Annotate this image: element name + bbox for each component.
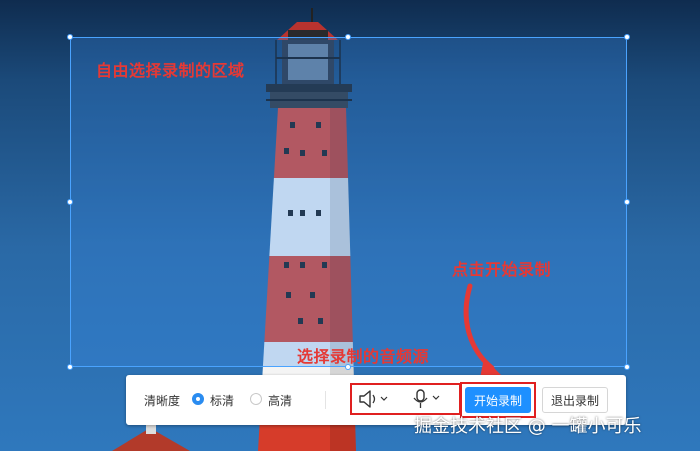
quality-radio-standard[interactable] [192, 393, 204, 405]
watermark: 掘金技术社区 @ 一罐小可乐 [414, 416, 642, 437]
resize-handle-tl[interactable] [67, 34, 73, 40]
start-recording-button[interactable]: 开始录制 [465, 387, 531, 413]
resize-handle-ml[interactable] [67, 199, 73, 205]
resize-handle-tm[interactable] [345, 34, 351, 40]
quality-option-standard-label[interactable]: 标清 [210, 392, 234, 409]
recording-region[interactable] [70, 37, 627, 367]
annotation-select-region: 自由选择录制的区域 [96, 61, 245, 80]
speaker-icon[interactable] [358, 390, 390, 411]
resize-handle-tr[interactable] [624, 34, 630, 40]
exit-recording-button[interactable]: 退出录制 [542, 387, 608, 413]
microphone-icon[interactable] [412, 389, 442, 412]
annotation-click-start: 点击开始录制 [452, 260, 552, 279]
annotation-select-audio: 选择录制的音频源 [297, 347, 430, 366]
quality-label: 清晰度 [144, 394, 181, 408]
toolbar-divider [325, 391, 326, 409]
resize-handle-br[interactable] [624, 364, 630, 370]
quality-option-hd-label[interactable]: 高清 [268, 392, 292, 409]
quality-radio-hd[interactable] [250, 393, 262, 405]
annotation-arrow [463, 283, 506, 380]
resize-handle-bl[interactable] [67, 364, 73, 370]
resize-handle-mr[interactable] [624, 199, 630, 205]
